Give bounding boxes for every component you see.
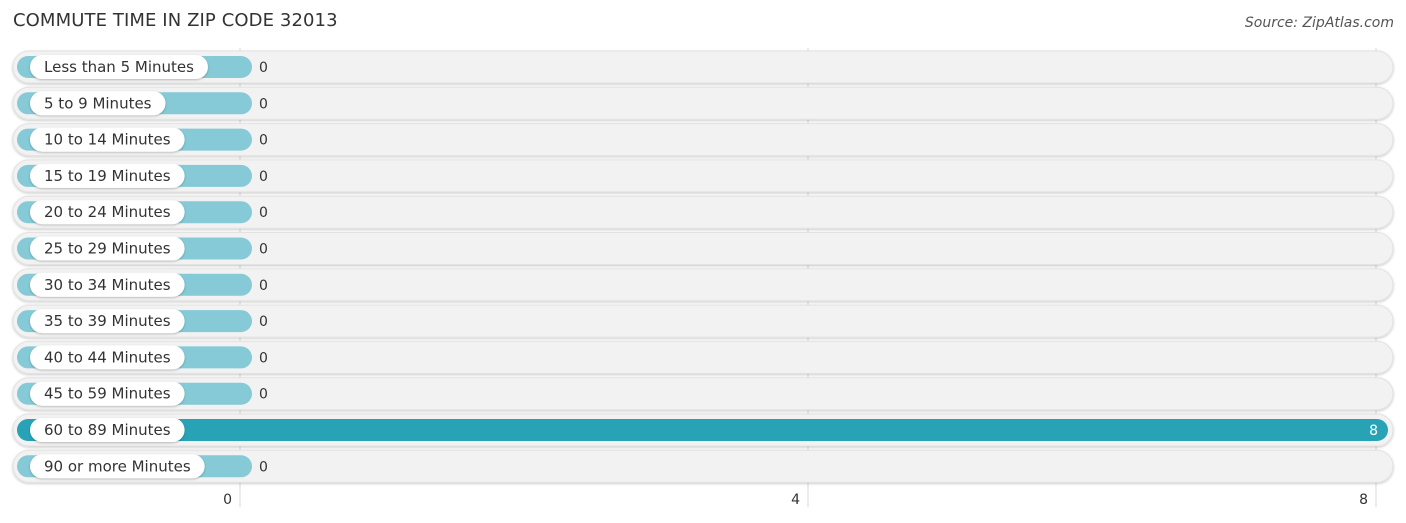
bar-label: 40 to 44 Minutes [44,348,171,366]
bar-label: 15 to 19 Minutes [44,167,171,185]
bar-value-label: 0 [259,314,268,330]
bar-chart: Less than 5 Minutes 05 to 9 Minutes 010 to… [12,48,1394,508]
bars: Less than 5 Minutes 05 to 9 Minutes 010 to… [12,50,1394,483]
bar-row: 45 to 59 Minutes 0 [12,377,1394,411]
bar-label: 45 to 59 Minutes [44,385,171,403]
bar-row: 20 to 24 Minutes 0 [12,195,1394,229]
bar-value-label: 0 [259,96,268,112]
bar-value-label: 0 [259,242,268,258]
bar-value-label: 0 [259,60,268,76]
bar-row: 30 to 34 Minutes 0 [12,268,1394,302]
bar-label: 35 to 39 Minutes [44,312,171,330]
bar-value-label: 0 [259,133,268,149]
bar-row: Less than 5 Minutes 0 [12,50,1394,84]
bar-value-label: 0 [259,459,268,475]
x-axis-ticks: 0 4 8 [223,492,1368,508]
bar-label: 30 to 34 Minutes [44,276,171,294]
bar-row: 40 to 44 Minutes 0 [12,340,1394,374]
x-tick-label: 8 [1359,492,1368,508]
bar-row: 60 to 89 Minutes 8 [12,413,1394,447]
bar-label: 60 to 89 Minutes [44,421,171,439]
bar-value-label: 0 [259,387,268,403]
bar-value-label: 8 [1369,423,1378,439]
x-tick-label: 4 [791,492,800,508]
bar-row: 15 to 19 Minutes 0 [12,159,1394,193]
bar-value-label: 0 [259,169,268,185]
bar-row: 35 to 39 Minutes 0 [12,304,1394,338]
bar-row: 90 or more Minutes 0 [12,449,1394,483]
bar-row: 25 to 29 Minutes 0 [12,232,1394,265]
bar [17,419,1388,441]
bar-row: 5 to 9 Minutes 0 [12,86,1394,120]
bar-label: Less than 5 Minutes [44,58,194,76]
bar-label: 5 to 9 Minutes [44,94,152,112]
bar-label: 25 to 29 Minutes [44,240,171,258]
bar-label: 20 to 24 Minutes [44,203,171,221]
bar-label: 10 to 14 Minutes [44,131,171,149]
bar-value-label: 0 [259,350,268,366]
bar-value-label: 0 [259,278,268,294]
x-tick-label: 0 [223,492,232,508]
bar-value-label: 0 [259,205,268,221]
bar-label: 90 or more Minutes [44,457,191,475]
bar-row: 10 to 14 Minutes 0 [12,123,1394,157]
